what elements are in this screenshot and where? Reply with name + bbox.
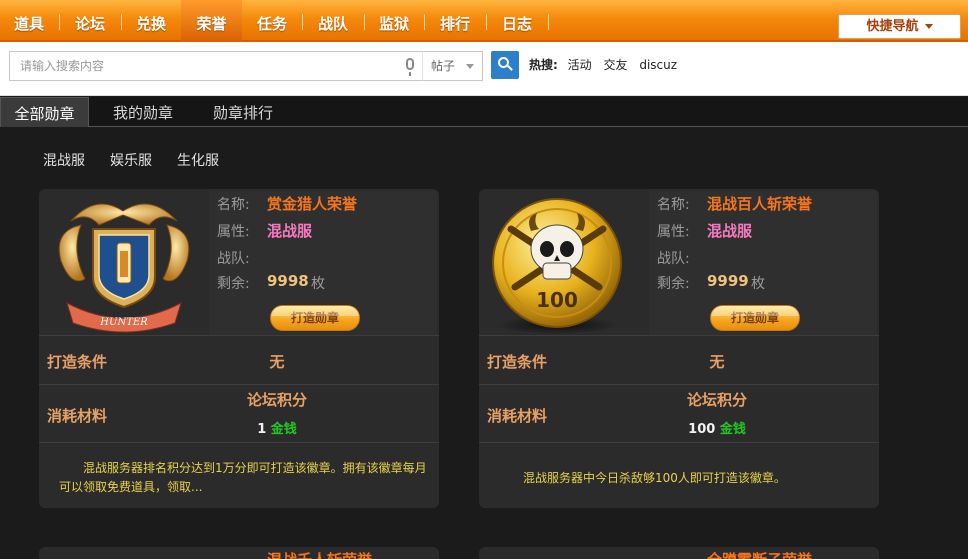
craft-condition-value: 无 xyxy=(709,353,725,371)
medal-remaining: 9999 xyxy=(707,272,749,290)
chevron-down-icon xyxy=(924,24,933,29)
search-bar: 请输入搜索内容 帖子 热搜: 活动 交友 discuz xyxy=(0,42,968,96)
hunter-shield-emblem-icon: HUNTER xyxy=(58,203,190,333)
materials-label: 消耗材料 xyxy=(47,407,108,425)
medal-attr: 混战服 xyxy=(707,222,753,240)
craft-button-label: 打造勋章 xyxy=(730,311,779,325)
medal-remaining: 9998 xyxy=(267,272,309,290)
craft-button-label: 打造勋章 xyxy=(290,311,339,325)
medal-description: 混战服务器中今日杀敌够100人即可打造该徽章。 xyxy=(523,471,786,485)
material-name: 论坛积分 xyxy=(686,391,747,409)
remain-label: 剩余: xyxy=(657,276,690,292)
medal-name: 全蹲霸断子荣誉 xyxy=(707,549,812,559)
hot-keyword-link[interactable]: 活动 xyxy=(568,58,592,72)
top-nav: 道具 论坛 兑换 荣誉 任务 战队 监狱 排行 日志 快捷导航 xyxy=(0,0,968,42)
nav-item-ranking[interactable]: 排行 xyxy=(425,0,485,42)
material-amount: 100 xyxy=(688,422,716,437)
material-amount: 1 xyxy=(257,422,267,437)
quick-nav-label: 快捷导航 xyxy=(866,19,919,34)
name-label: 名称: xyxy=(657,197,690,213)
craft-condition-label: 打造条件 xyxy=(487,353,548,371)
medal-tabs: 全部勋章 我的勋章 勋章排行 xyxy=(0,97,968,127)
medal-image: 100 xyxy=(481,191,647,335)
team-label: 战队: xyxy=(657,251,690,267)
nav-item-exchange[interactable]: 兑换 xyxy=(122,0,180,42)
hot-search-label: 热搜: xyxy=(529,58,558,72)
nav-item-props[interactable]: 道具 xyxy=(0,0,58,42)
badge-coin-text: 100 xyxy=(536,288,578,312)
nav-item-honor[interactable]: 荣誉 xyxy=(181,0,242,42)
attr-label: 属性: xyxy=(657,224,690,240)
craft-condition-value: 无 xyxy=(269,353,285,371)
nav-item-prison[interactable]: 监狱 xyxy=(365,0,423,42)
materials-label: 消耗材料 xyxy=(487,407,548,425)
badge-emblem-text: HUNTER xyxy=(99,317,148,328)
remain-label: 剩余: xyxy=(217,276,250,292)
medal-name: 混战千人斩荣誉 xyxy=(267,549,372,559)
tab-medal-ranking[interactable]: 勋章排行 xyxy=(197,97,289,127)
medal-description: 混战服务器排名积分达到1万分即可打造该徽章。拥有该徽章每月可以领取免费道具，领取… xyxy=(59,461,427,494)
medal-card: 全蹲霸断子荣誉 xyxy=(479,547,879,559)
name-label: 名称: xyxy=(217,197,250,213)
currency-label: 金钱 xyxy=(270,422,297,437)
search-type-value: 帖子 xyxy=(431,59,456,73)
medal-attr: 混战服 xyxy=(267,222,313,240)
material-name: 论坛积分 xyxy=(246,391,307,409)
hot-keyword-link[interactable]: discuz xyxy=(639,58,677,72)
server-filter-entertainment[interactable]: 娱乐服 xyxy=(110,150,152,170)
server-filter-biochem[interactable]: 生化服 xyxy=(177,150,219,170)
nav-item-log[interactable]: 日志 xyxy=(487,0,547,42)
attr-label: 属性: xyxy=(217,224,250,240)
material-quantity: 1 金钱 xyxy=(217,418,337,437)
tab-all-medals[interactable]: 全部勋章 xyxy=(0,97,89,127)
search-button[interactable] xyxy=(491,51,519,79)
medal-card: 100 名称: 混战百人斩荣誉 属性: 混战服 战队: 剩余: 9999 枚 打… xyxy=(479,189,879,508)
craft-medal-button[interactable]: 打造勋章 xyxy=(270,305,360,331)
medal-image: HUNTER xyxy=(41,191,207,335)
server-filter-melee[interactable]: 混战服 xyxy=(43,150,85,170)
hot-keyword-link[interactable]: 交友 xyxy=(603,58,627,72)
nav-item-forum[interactable]: 论坛 xyxy=(60,0,120,42)
team-label: 战队: xyxy=(217,251,250,267)
craft-medal-button[interactable]: 打造勋章 xyxy=(710,305,800,331)
tab-my-medals[interactable]: 我的勋章 xyxy=(98,97,188,127)
chevron-down-icon xyxy=(466,64,474,69)
medal-name: 赏金猎人荣誉 xyxy=(267,195,358,213)
material-quantity: 100 金钱 xyxy=(657,418,777,437)
medal-name: 混战百人斩荣誉 xyxy=(707,195,813,213)
hot-search: 热搜: 活动 交友 discuz xyxy=(529,57,685,73)
microphone-icon[interactable] xyxy=(406,58,414,76)
medal-card: 混战千人斩荣誉 xyxy=(39,547,439,559)
craft-condition-label: 打造条件 xyxy=(47,353,108,371)
search-input[interactable]: 请输入搜索内容 xyxy=(9,51,423,81)
quick-nav-button[interactable]: 快捷导航 xyxy=(838,14,961,39)
gold-skull-coin-icon: 100 xyxy=(492,198,622,334)
search-type-select[interactable]: 帖子 xyxy=(422,51,483,81)
unit-label: 枚 xyxy=(311,276,325,292)
nav-item-tasks[interactable]: 任务 xyxy=(243,0,301,42)
medal-card: HUNTER 名称: 赏金猎人荣誉 属性: 混战服 战队: 剩余: 9998 枚… xyxy=(39,189,439,508)
currency-label: 金钱 xyxy=(719,422,746,437)
nav-item-team[interactable]: 战队 xyxy=(303,0,363,42)
unit-label: 枚 xyxy=(751,276,765,292)
